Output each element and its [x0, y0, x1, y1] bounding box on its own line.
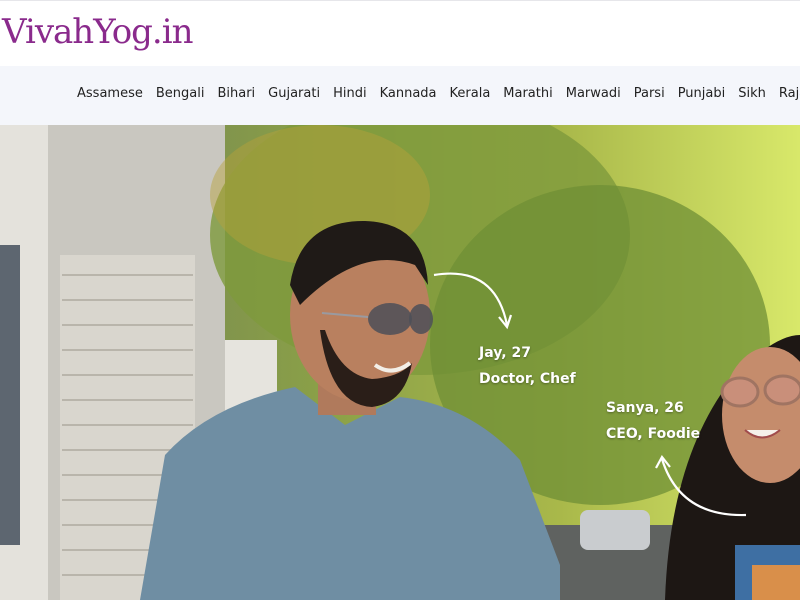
woman-top	[752, 565, 800, 600]
nav-item-bengali[interactable]: Bengali	[156, 86, 205, 101]
nav-item-kannada[interactable]: Kannada	[380, 86, 437, 101]
community-nav-list: Assamese Bengali Bihari Gujarati Hindi K…	[77, 86, 800, 101]
nav-item-bihari[interactable]: Bihari	[217, 86, 255, 101]
profile-caption-jay: Jay, 27 Doctor, Chef	[479, 340, 576, 392]
nav-item-gujarati[interactable]: Gujarati	[268, 86, 320, 101]
site-header: VivahYog.in	[0, 0, 800, 66]
nav-item-marwadi[interactable]: Marwadi	[566, 86, 621, 101]
nav-item-rajasthani[interactable]: Rajastha	[779, 86, 800, 101]
profile-caption-sanya: Sanya, 26 CEO, Foodie	[606, 395, 700, 447]
profile-tagline: Doctor, Chef	[479, 371, 576, 387]
nav-item-marathi[interactable]: Marathi	[503, 86, 552, 101]
nav-item-hindi[interactable]: Hindi	[333, 86, 367, 101]
community-nav: Assamese Bengali Bihari Gujarati Hindi K…	[0, 66, 800, 125]
profile-tagline: CEO, Foodie	[606, 426, 701, 442]
profile-name-age: Jay, 27	[479, 345, 531, 361]
nav-item-kerala[interactable]: Kerala	[450, 86, 491, 101]
nav-item-parsi[interactable]: Parsi	[634, 86, 665, 101]
building-doorway	[0, 245, 20, 545]
site-logo[interactable]: VivahYog.in	[2, 12, 194, 52]
hero-banner: Jay, 27 Doctor, Chef Sanya, 26 CEO, Food…	[0, 125, 800, 600]
car	[580, 510, 650, 550]
hero-photo	[0, 125, 800, 600]
nav-item-assamese[interactable]: Assamese	[77, 86, 143, 101]
nav-item-sikh[interactable]: Sikh	[738, 86, 766, 101]
profile-name-age: Sanya, 26	[606, 400, 684, 416]
nav-item-punjabi[interactable]: Punjabi	[678, 86, 726, 101]
